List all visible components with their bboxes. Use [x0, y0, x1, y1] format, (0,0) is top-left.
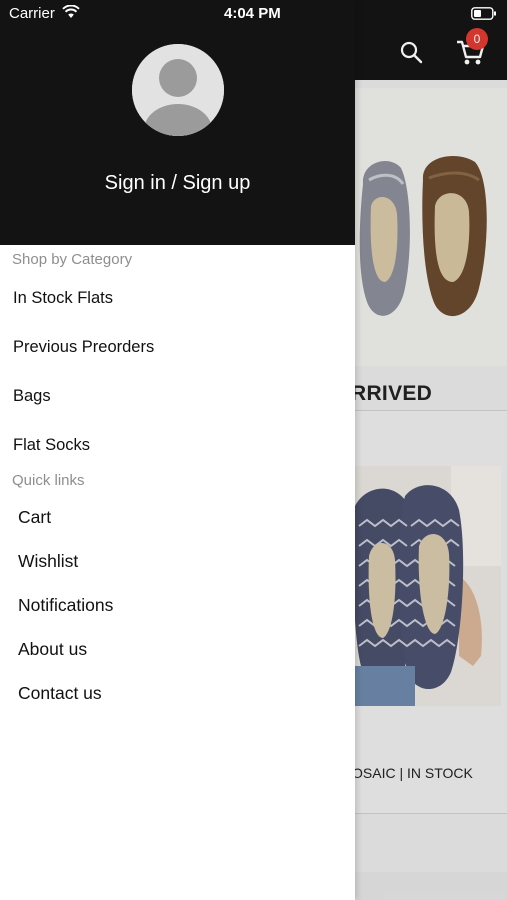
category-bags[interactable]: Bags	[13, 387, 51, 406]
category-previous-preorders[interactable]: Previous Preorders	[13, 338, 154, 357]
battery-icon	[471, 7, 496, 20]
quick-link-contact-us[interactable]: Contact us	[18, 683, 102, 704]
wifi-icon	[62, 5, 80, 18]
avatar-icon[interactable]	[132, 44, 224, 136]
carrier-label: Carrier	[9, 5, 55, 22]
quick-link-about-us[interactable]: About us	[18, 639, 87, 660]
shop-by-category-label: Shop by Category	[12, 251, 133, 268]
status-bar: Carrier 4:04 PM	[0, 0, 507, 26]
drawer-header: Sign in / Sign up	[0, 0, 355, 245]
quick-links-label: Quick links	[12, 472, 85, 489]
status-time: 4:04 PM	[224, 5, 281, 22]
signin-link[interactable]: Sign in / Sign up	[0, 172, 355, 195]
quick-link-wishlist[interactable]: Wishlist	[18, 551, 78, 572]
quick-link-notifications[interactable]: Notifications	[18, 595, 113, 616]
navigation-drawer: Sign in / Sign up Shop by Category In St…	[0, 0, 355, 900]
quick-link-cart[interactable]: Cart	[18, 507, 51, 528]
category-flat-socks[interactable]: Flat Socks	[13, 436, 90, 455]
category-in-stock-flats[interactable]: In Stock Flats	[13, 289, 113, 308]
